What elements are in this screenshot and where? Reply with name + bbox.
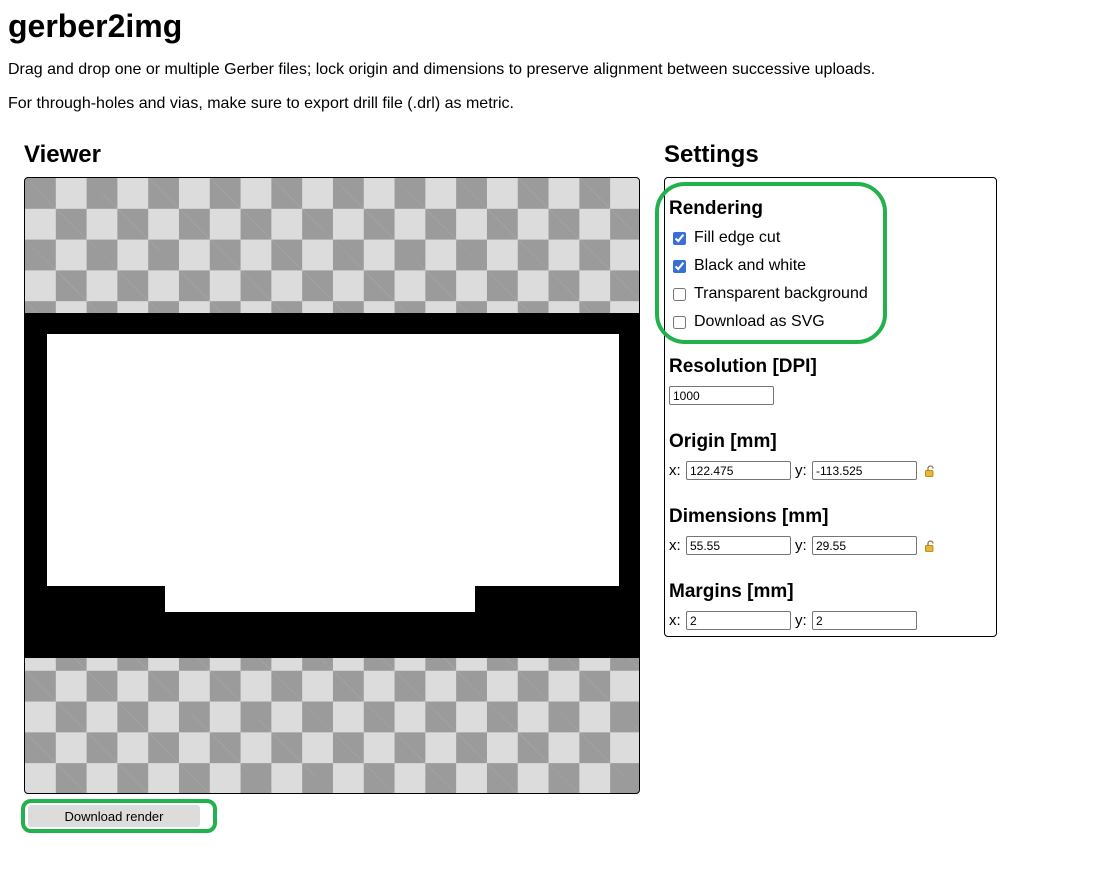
viewer-canvas[interactable] (24, 177, 640, 794)
settings-title: Settings (664, 141, 759, 168)
dimensions-x-label: x: (669, 537, 681, 554)
dimensions-x-input[interactable] (686, 536, 791, 555)
fill-edge-cut-checkbox[interactable] (673, 231, 686, 245)
resolution-input[interactable] (669, 386, 774, 405)
app-title: gerber2img (8, 8, 183, 44)
margins-x-input[interactable] (686, 611, 791, 630)
origin-x-label: x: (669, 462, 681, 479)
transparent-background-checkbox[interactable] (673, 287, 686, 301)
origin-y-label: y: (795, 462, 807, 479)
rendering-title: Rendering (669, 198, 763, 219)
fill-edge-cut-label: Fill edge cut (694, 229, 781, 246)
download-as-svg-label: Download as SVG (694, 313, 825, 330)
origin-x-input[interactable] (686, 461, 791, 480)
margins-y-input[interactable] (812, 611, 917, 630)
download-as-svg-checkbox[interactable] (673, 315, 686, 329)
option-download-as-svg[interactable]: Download as SVG (673, 312, 825, 332)
viewer-title: Viewer (24, 141, 101, 168)
edge-cut-fill-notch (165, 583, 475, 612)
origin-lock-icon[interactable] (924, 465, 936, 477)
dimensions-y-label: y: (795, 537, 807, 554)
origin-y-input[interactable] (812, 461, 917, 480)
option-fill-edge-cut[interactable]: Fill edge cut (673, 228, 780, 248)
option-black-and-white[interactable]: Black and white (673, 256, 806, 276)
margins-y-label: y: (795, 612, 807, 629)
dimensions-lock-icon[interactable] (924, 540, 936, 552)
margins-title: Margins [mm] (669, 581, 794, 602)
intro-text-1: Drag and drop one or multiple Gerber fil… (8, 61, 876, 78)
edge-cut-fill (47, 334, 619, 586)
resolution-title: Resolution [DPI] (669, 356, 817, 377)
dimensions-title: Dimensions [mm] (669, 506, 829, 527)
black-and-white-checkbox[interactable] (673, 259, 686, 273)
origin-title: Origin [mm] (669, 431, 777, 452)
option-transparent-background[interactable]: Transparent background (673, 284, 868, 304)
dimensions-y-input[interactable] (812, 536, 917, 555)
transparent-background-label: Transparent background (694, 285, 868, 302)
margins-x-label: x: (669, 612, 681, 629)
pcb-render (25, 313, 639, 658)
black-and-white-label: Black and white (694, 257, 807, 274)
intro-text-2: For through-holes and vias, make sure to… (8, 95, 514, 112)
download-render-button[interactable]: Download render (28, 805, 200, 827)
